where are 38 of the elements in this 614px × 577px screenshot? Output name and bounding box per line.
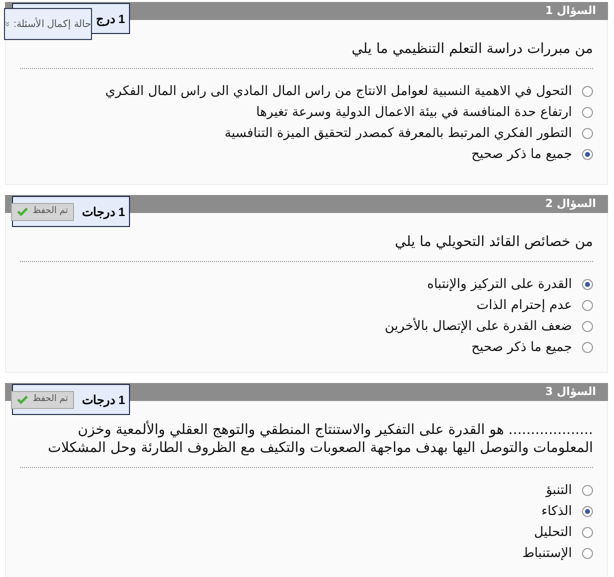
- radio-button[interactable]: [582, 506, 593, 518]
- option-label[interactable]: ارتفاع حدة المنافسة في بيئة الاعمال الدولية وسرعة تغيرها: [256, 102, 572, 122]
- radio-button[interactable]: [582, 300, 593, 312]
- radio-button[interactable]: [582, 128, 593, 140]
- radio-button[interactable]: [582, 107, 593, 118]
- option-label[interactable]: التطور الفكري المرتبط بالمعرفة كمصدر لتحقيق الميزة التنافسية: [224, 124, 572, 144]
- question-text: من خصائص القائد التحويلي ما يلي: [20, 233, 593, 262]
- saved-button[interactable]: تم الحفظ: [11, 202, 74, 220]
- option-label[interactable]: ضعف القدرة على الإتصال بالأخرين: [384, 316, 572, 336]
- question-title: السؤال 2: [545, 196, 596, 212]
- check-icon: [17, 395, 28, 404]
- status-panel[interactable]: حالة إكمال الأسئلة:: [4, 8, 92, 40]
- radio-button[interactable]: [582, 527, 593, 538]
- chevron-icon: [5, 20, 10, 28]
- question-text: ................... هو القدرة على التفكير والاستنتاج المنطقي والتوهج العقلي والألمعية وخزن المعلومات والتوصل اليها بهدف مواجهة الصعوبات والتكيف مع الظروف الطارئة وحل المشكلات: [20, 421, 593, 468]
- option-label[interactable]: التحليل: [534, 523, 572, 543]
- radio-button[interactable]: [582, 86, 593, 98]
- radio-button[interactable]: [582, 149, 593, 160]
- radio-button[interactable]: [582, 548, 593, 560]
- radio-button[interactable]: [582, 342, 593, 354]
- option-label[interactable]: التنبؤ: [546, 481, 572, 501]
- question-title: السؤال 1: [545, 2, 596, 19]
- radio-button[interactable]: [582, 485, 593, 496]
- radio-button[interactable]: [582, 321, 593, 332]
- question-title: السؤال 3: [545, 384, 596, 400]
- points-text: 1 درج: [96, 10, 125, 28]
- points-text: 1 درجات: [82, 392, 125, 408]
- option-label[interactable]: عدم إحترام الذات: [476, 296, 572, 316]
- option-label[interactable]: جميع ما ذكر صحيح: [471, 144, 572, 164]
- radio-button[interactable]: [582, 279, 593, 290]
- option-label[interactable]: جميع ما ذكر صحيح: [471, 338, 572, 358]
- check-icon: [17, 207, 28, 216]
- option-label[interactable]: الإستنباط: [522, 544, 572, 564]
- option-label[interactable]: القدرة على التركيز والإنتباه: [427, 274, 572, 294]
- saved-button[interactable]: تم الحفظ: [11, 390, 74, 408]
- points-text: 1 درجات: [82, 204, 125, 220]
- option-label[interactable]: الذكاء: [541, 502, 572, 522]
- option-label[interactable]: التحول في الاهمية النسبية لعوامل الانتاج من راس المال المادي الى راس المال الفكري: [105, 82, 572, 102]
